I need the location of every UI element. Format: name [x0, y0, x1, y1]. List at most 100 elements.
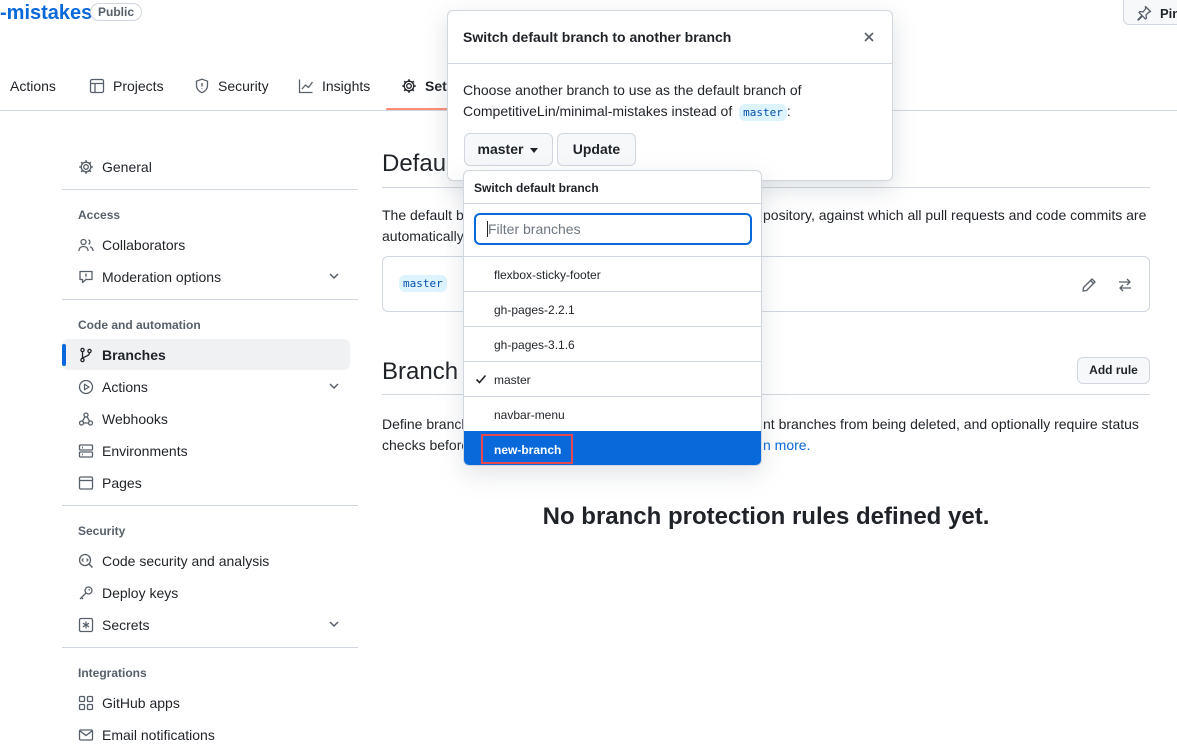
branch-item-navbar-menu[interactable]: navbar-menu: [464, 396, 761, 431]
sidebar-heading-security: Security: [78, 524, 126, 538]
filter-branches-input[interactable]: Filter branches: [474, 213, 752, 245]
comment-report-icon: [78, 269, 94, 285]
browser-icon: [78, 475, 94, 491]
sidebar-item-label: Branches: [102, 346, 166, 363]
sidebar-item-label: Secrets: [102, 616, 150, 633]
pencil-icon[interactable]: [1081, 277, 1097, 293]
branch-item-label: flexbox-sticky-footer: [494, 268, 601, 282]
branch-select-button[interactable]: master: [464, 133, 553, 166]
update-button[interactable]: Update: [557, 133, 636, 166]
branch-item-label: navbar-menu: [494, 408, 565, 422]
default-branch-desc-left-2: automatically: [382, 228, 464, 244]
tab-actions[interactable]: Actions: [0, 74, 56, 98]
chevron-down-icon[interactable]: [328, 618, 340, 630]
gear-icon: [78, 159, 94, 175]
dialog-body-colon: :: [786, 103, 791, 119]
sidebar-divider: [62, 505, 358, 506]
active-indicator: [62, 344, 66, 366]
chevron-down-icon[interactable]: [328, 380, 340, 392]
sidebar-item-deploy-keys[interactable]: Deploy keys: [62, 577, 350, 608]
sidebar-heading-code: Code and automation: [78, 318, 201, 332]
tab-insights-label: Insights: [322, 78, 371, 94]
sidebar-item-collaborators[interactable]: Collaborators: [62, 229, 350, 260]
sidebar-item-moderation[interactable]: Moderation options: [62, 261, 350, 292]
sidebar-item-label: Collaborators: [102, 236, 186, 253]
sidebar-item-code-security[interactable]: Code security and analysis: [62, 545, 350, 576]
check-icon: [475, 373, 487, 385]
dropdown-divider: [464, 203, 761, 204]
triangle-down-icon: [530, 148, 538, 153]
default-branch-desc-right-1: pository, against which all pull request…: [763, 207, 1147, 223]
sidebar-item-label: Email notifications: [102, 726, 215, 743]
tab-settings-label: Set: [425, 78, 447, 94]
default-branch-name: master: [399, 275, 447, 292]
key-icon: [78, 585, 94, 601]
close-icon[interactable]: [861, 29, 877, 45]
tab-insights[interactable]: Insights: [298, 74, 370, 98]
gear-icon: [401, 78, 417, 94]
sidebar-item-label: Actions: [102, 378, 148, 395]
branch-item-gh-pages-3-1-6[interactable]: gh-pages-3.1.6: [464, 326, 761, 361]
apps-icon: [78, 695, 94, 711]
protection-desc-left-2: checks before: [382, 437, 470, 453]
codescan-icon: [78, 553, 94, 569]
dialog-title: Switch default branch to another branch: [463, 29, 732, 45]
protection-desc-right-1: nt branches from being deleted, and opti…: [763, 416, 1139, 432]
dialog-body-line-2: CompetitiveLin/minimal-mistakes instead …: [463, 101, 883, 123]
tab-actions-label: Actions: [10, 78, 56, 94]
tab-projects[interactable]: Projects: [89, 74, 164, 98]
branch-item-label: master: [494, 373, 531, 387]
webhook-icon: [78, 411, 94, 427]
dialog-body: Choose another branch to use as the defa…: [463, 80, 883, 123]
git-branch-icon: [78, 347, 94, 363]
pin-label: Pin: [1160, 6, 1177, 21]
sidebar-item-label: Code security and analysis: [102, 552, 270, 569]
repo-name[interactable]: -mistakes: [0, 2, 92, 25]
branch-item-new-branch[interactable]: new-branch: [464, 431, 761, 465]
default-branch-heading: Defau: [382, 150, 447, 177]
protection-desc-left-1: Define branch: [382, 416, 470, 432]
sidebar-divider: [62, 189, 358, 190]
sidebar-item-label: Pages: [102, 474, 142, 491]
learn-more-link[interactable]: n more.: [763, 435, 810, 456]
tab-security[interactable]: Security: [194, 74, 269, 98]
dialog-divider: [448, 63, 892, 64]
sidebar-item-actions[interactable]: Actions: [62, 371, 350, 402]
branch-item-master[interactable]: master: [464, 361, 761, 396]
arrow-switch-icon[interactable]: [1117, 277, 1133, 293]
switch-default-branch-dialog: Switch default branch to another branch …: [447, 10, 893, 181]
sidebar-item-webhooks[interactable]: Webhooks: [62, 403, 350, 434]
mail-icon: [78, 727, 94, 743]
dialog-body-line-1: Choose another branch to use as the defa…: [463, 82, 802, 98]
visibility-badge: Public: [90, 3, 143, 21]
sidebar-item-github-apps[interactable]: GitHub apps: [62, 687, 350, 718]
sidebar-heading-access: Access: [78, 208, 121, 222]
sidebar-item-label: Deploy keys: [102, 584, 179, 601]
pin-icon: [1136, 5, 1152, 21]
chevron-down-icon[interactable]: [328, 270, 340, 282]
sidebar-item-label: General: [102, 158, 152, 175]
branch-item-flexbox-sticky-footer[interactable]: flexbox-sticky-footer: [464, 256, 761, 291]
sidebar-item-email-notifications[interactable]: Email notifications: [62, 719, 350, 750]
branch-item-gh-pages-2-2-1[interactable]: gh-pages-2.2.1: [464, 291, 761, 326]
empty-state-message: No branch protection rules defined yet.: [542, 503, 990, 530]
add-rule-button[interactable]: Add rule: [1077, 357, 1150, 384]
sidebar-item-secrets[interactable]: Secrets: [62, 609, 350, 640]
default-branch-desc-left-1: The default b: [382, 207, 464, 223]
sidebar-item-environments[interactable]: Environments: [62, 435, 350, 466]
sidebar-item-label: Environments: [102, 442, 188, 459]
sidebar-item-label: Webhooks: [102, 410, 168, 427]
sidebar-item-general[interactable]: General: [62, 151, 350, 182]
sidebar-item-branches[interactable]: Branches: [62, 339, 350, 370]
current-branch-code: master: [739, 104, 787, 121]
tab-security-label: Security: [218, 78, 269, 94]
branch-protection-heading: Branch: [382, 358, 459, 385]
pin-button[interactable]: Pin: [1123, 0, 1177, 25]
branch-item-label: gh-pages-2.2.1: [494, 303, 575, 317]
people-icon: [78, 237, 94, 253]
tab-settings[interactable]: Set: [401, 74, 447, 98]
annotation-highlight-box: [481, 434, 573, 464]
sidebar-item-label: Moderation options: [102, 268, 222, 285]
sidebar-item-pages[interactable]: Pages: [62, 467, 350, 498]
branch-select-label: master: [477, 141, 524, 157]
